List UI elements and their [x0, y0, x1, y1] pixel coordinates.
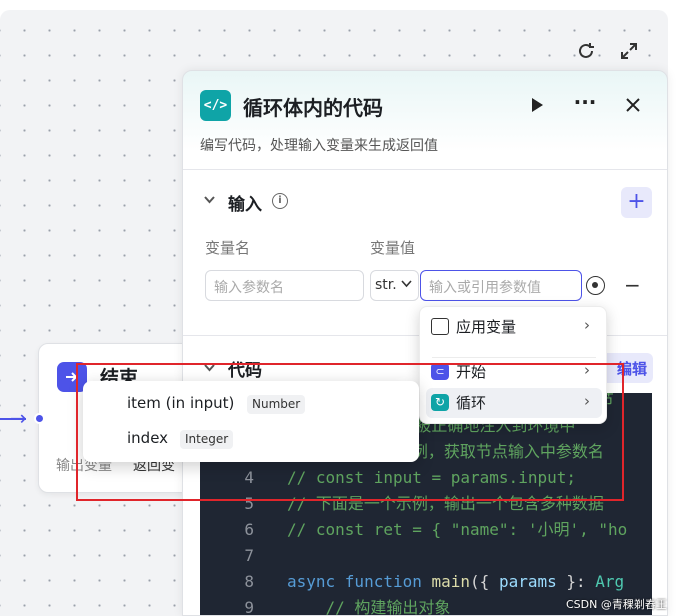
- type-select-value: str.: [375, 277, 397, 293]
- param-value-input[interactable]: 输入或引用参数值: [420, 270, 582, 301]
- input-section-title: 输入: [228, 195, 262, 215]
- menu-item-label: 应用变量: [456, 318, 517, 336]
- type-select[interactable]: str.: [370, 270, 419, 301]
- arrow-right-icon: →: [10, 406, 27, 430]
- code-token: function: [344, 572, 432, 591]
- input-port[interactable]: [34, 413, 45, 424]
- code-line: 7: [200, 543, 652, 569]
- code-line: 6 // const ret = { "name": '小明', "ho: [200, 517, 652, 543]
- code-token: async: [287, 572, 345, 591]
- annotation-highlight-box: [76, 363, 624, 501]
- expand-icon[interactable]: [618, 40, 640, 62]
- code-token: // 构建输出对象: [287, 598, 451, 616]
- chevron-right-icon: ›: [584, 316, 590, 334]
- code-token: main: [431, 572, 471, 591]
- line-code: // 构建输出对象: [287, 595, 451, 616]
- close-icon[interactable]: [619, 91, 647, 119]
- param-name-input[interactable]: 输入参数名: [205, 270, 364, 301]
- line-number: 7: [244, 546, 254, 565]
- column-label-name: 变量名: [205, 239, 251, 257]
- code-line: 8 async function main({ params }: Arg: [200, 569, 652, 595]
- code-token: Arg: [595, 572, 625, 591]
- code-token: params: [498, 572, 557, 591]
- divider: [183, 169, 667, 170]
- code-icon: </>: [200, 90, 231, 121]
- chevron-down-icon: [401, 278, 412, 292]
- watermark: CSDN @青稞剃舂王: [566, 598, 667, 611]
- panel-title: 循环体内的代码: [243, 96, 383, 120]
- chevron-down-icon[interactable]: [203, 193, 216, 210]
- column-label-value: 变量值: [370, 239, 416, 257]
- folder-icon: [431, 318, 449, 335]
- add-input-button[interactable]: +: [621, 187, 652, 218]
- line-number: 6: [244, 520, 254, 539]
- reference-variable-icon[interactable]: [586, 276, 605, 295]
- line-code: // const ret = { "name": '小明', "ho: [287, 517, 627, 543]
- more-icon[interactable]: ···: [571, 91, 599, 119]
- menu-item-app-variables[interactable]: 应用变量 ›: [426, 312, 602, 342]
- panel-description: 编写代码，处理输入变量来生成返回值: [200, 138, 438, 154]
- refresh-icon[interactable]: [575, 40, 597, 62]
- code-token: }:: [556, 572, 596, 591]
- remove-input-button[interactable]: −: [624, 273, 641, 297]
- play-icon[interactable]: [523, 91, 551, 119]
- line-code: async function main({ params }: Arg: [287, 569, 624, 595]
- info-icon[interactable]: i: [272, 193, 288, 209]
- code-token: ({: [470, 572, 499, 591]
- code-token: // const ret = { "name": '小明', "ho: [287, 520, 628, 539]
- line-number: 9: [244, 598, 254, 616]
- line-number: 8: [244, 572, 254, 591]
